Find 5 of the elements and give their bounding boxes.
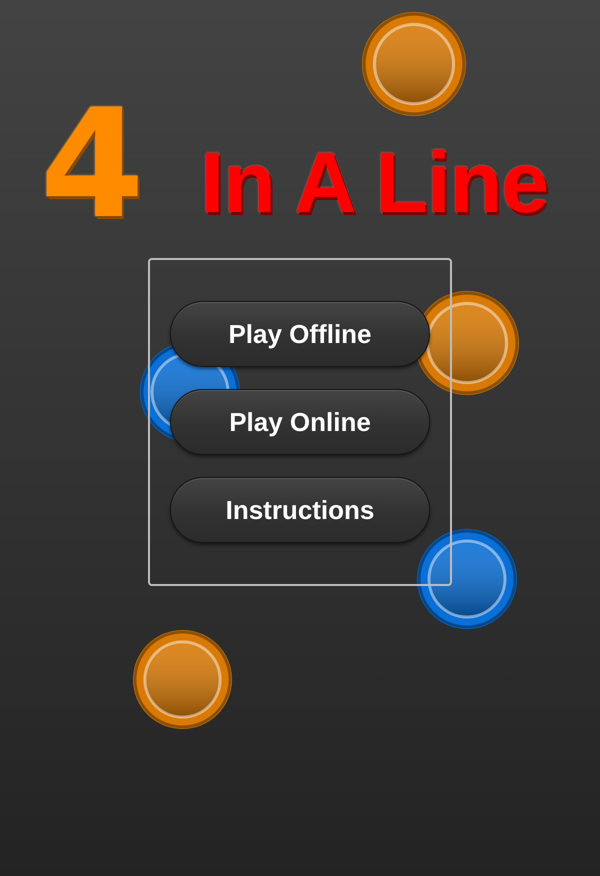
menu-button[interactable]: Play Offline bbox=[170, 301, 430, 367]
menu-button[interactable]: Play Online bbox=[170, 389, 430, 455]
logo-number: 4 bbox=[40, 90, 144, 240]
menu-button[interactable]: Instructions bbox=[170, 477, 430, 543]
logo-title: In A Line bbox=[200, 140, 548, 233]
